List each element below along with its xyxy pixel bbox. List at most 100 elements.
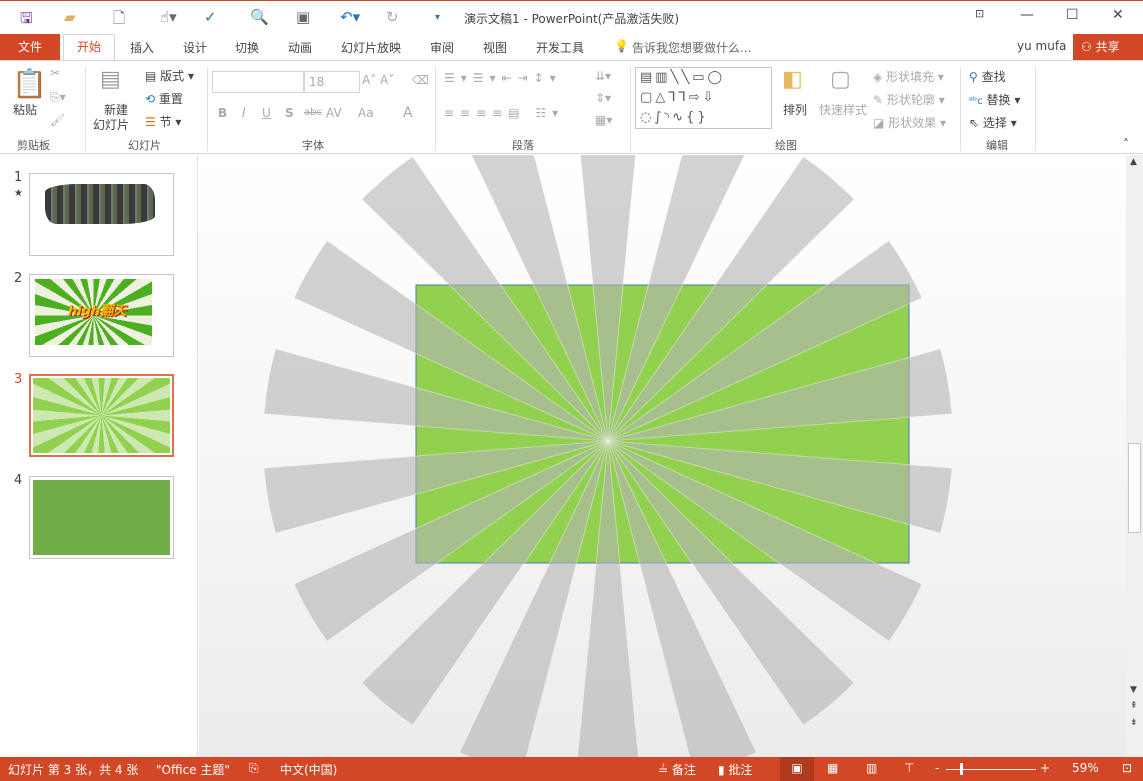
tell-me-input[interactable]: 告诉我您想要做什么...: [632, 39, 751, 56]
shape-effects-button[interactable]: ◪ 形状效果 ▾: [873, 114, 946, 131]
tab-design[interactable]: 设计: [183, 39, 207, 56]
fit-to-window-icon[interactable]: ⊡: [1122, 761, 1132, 775]
redo-icon[interactable]: ↻: [386, 8, 399, 26]
quick-styles-icon[interactable]: ▢: [830, 67, 851, 92]
clear-format-icon[interactable]: ⌫: [412, 73, 429, 87]
slide-thumbnails-pane: 1 ★ 2 high翻天 3 4: [0, 155, 198, 757]
tab-slideshow[interactable]: 幻灯片放映: [341, 39, 401, 56]
comments-button[interactable]: ▮ 批注: [718, 761, 752, 778]
slide-editor[interactable]: [199, 155, 1126, 757]
save-icon[interactable]: 🖫: [20, 8, 33, 33]
tab-home[interactable]: 开始: [63, 34, 115, 61]
text-direction-icon[interactable]: ⇊▾: [595, 69, 611, 83]
scroll-down-icon[interactable]: ▼: [1130, 685, 1137, 695]
shadow-button[interactable]: S: [285, 106, 294, 120]
font-name-input[interactable]: [212, 71, 304, 93]
next-slide-icon[interactable]: ⇟: [1130, 718, 1138, 728]
layout-button[interactable]: ▤ 版式 ▾: [145, 67, 194, 84]
customize-qa-icon[interactable]: ▾: [435, 12, 440, 23]
maximize-button[interactable]: ☐: [1066, 7, 1079, 23]
grow-font-icon[interactable]: A˄ A˅: [362, 73, 394, 87]
paste-icon[interactable]: 📋: [12, 67, 47, 100]
tab-view[interactable]: 视图: [483, 39, 507, 56]
tab-animations[interactable]: 动画: [288, 39, 312, 56]
smartart-icon[interactable]: ▦▾: [595, 113, 612, 127]
reset-button[interactable]: ⟲ 重置: [145, 90, 183, 107]
present-icon[interactable]: ▣: [296, 8, 310, 26]
paste-button[interactable]: 粘贴: [13, 101, 37, 118]
change-case-button[interactable]: Aa: [358, 106, 374, 120]
section-button[interactable]: ☰ 节 ▾: [145, 113, 181, 130]
new-slide-label[interactable]: 幻灯片: [93, 116, 129, 133]
shape-outline-button[interactable]: ✎ 形状轮廓 ▾: [873, 91, 945, 108]
list-icons[interactable]: ☰▾☰▾⇤⇥↕▾: [444, 71, 562, 85]
arrange-icon[interactable]: ◧: [782, 67, 803, 92]
share-label: 共享: [1095, 40, 1120, 54]
share-button[interactable]: ⚇ 共享: [1073, 34, 1143, 60]
minimize-button[interactable]: —: [1020, 7, 1034, 23]
open-icon[interactable]: ▰: [64, 8, 76, 26]
close-button[interactable]: ✕: [1112, 7, 1124, 23]
arrange-button[interactable]: 排列: [783, 101, 807, 118]
slide-thumbnail-2[interactable]: high翻天: [29, 274, 174, 357]
animation-star-icon: ★: [14, 188, 23, 199]
bold-button[interactable]: B: [218, 106, 227, 120]
preview-icon[interactable]: 🔍: [250, 8, 269, 26]
scroll-up-icon[interactable]: ▲: [1130, 157, 1137, 167]
zoom-out-button[interactable]: -: [935, 761, 939, 775]
copy-icon[interactable]: ⎘▾: [50, 90, 66, 105]
collapse-ribbon-icon[interactable]: ˄: [1123, 137, 1129, 151]
notes-button[interactable]: ≟ 备注: [658, 761, 696, 778]
italic-button[interactable]: I: [242, 106, 246, 120]
ribbon-tabs: 文件 开始 插入 设计 切换 动画 幻灯片放映 审阅 视图 开发工具 💡 告诉我…: [0, 34, 1143, 61]
underline-button[interactable]: U: [262, 106, 271, 120]
ribbon-display-icon[interactable]: ⊡: [975, 7, 984, 20]
slideshow-button[interactable]: ⊤: [904, 761, 914, 775]
select-button[interactable]: ⇖ 选择 ▾: [969, 114, 1017, 131]
new-icon[interactable]: 🗋: [113, 8, 125, 33]
slide-number: 2: [14, 271, 23, 286]
slide-thumbnail-1[interactable]: [29, 173, 174, 256]
tab-developer[interactable]: 开发工具: [536, 39, 584, 56]
cut-icon[interactable]: ✂: [50, 66, 60, 80]
vertical-scrollbar[interactable]: ▲ ▼ ⇞ ⇟: [1126, 155, 1143, 757]
strikethrough-button[interactable]: abc: [304, 107, 322, 118]
previous-slide-icon[interactable]: ⇞: [1130, 701, 1138, 711]
zoom-slider-thumb[interactable]: [960, 763, 963, 775]
language[interactable]: 中文(中国): [280, 761, 337, 778]
group-label-editing: 编辑: [986, 139, 1008, 152]
reading-view-button[interactable]: ▥: [866, 761, 877, 775]
shape-outline-label: 形状轮廓: [886, 93, 935, 107]
align-icons[interactable]: ≡≡≡≡▤ ☷▾: [444, 106, 564, 120]
font-color-button[interactable]: A: [403, 105, 413, 121]
zoom-in-button[interactable]: +: [1040, 761, 1050, 775]
zoom-level[interactable]: 59%: [1072, 761, 1099, 775]
align-text-icon[interactable]: ⇕▾: [595, 91, 611, 105]
user-name[interactable]: yu mufa: [1017, 39, 1066, 53]
char-spacing-button[interactable]: AV: [326, 106, 342, 120]
spelling-icon[interactable]: ✓: [204, 8, 217, 26]
spellcheck-icon[interactable]: ⎘: [249, 761, 259, 776]
font-size-input[interactable]: 18: [304, 71, 360, 93]
quick-styles-button[interactable]: 快速样式: [819, 101, 867, 118]
shape-fill-button[interactable]: ◈ 形状填充 ▾: [873, 68, 944, 85]
undo-icon[interactable]: ↶▾: [340, 8, 360, 26]
slide-canvas: [263, 155, 953, 757]
shapes-gallery[interactable]: ▤▥╲╲▭◯ ▢△⅂⅂⇨⇩ ◌∫◝∿{}: [635, 67, 772, 129]
tab-transitions[interactable]: 切换: [235, 39, 259, 56]
new-slide-icon[interactable]: ▤: [100, 67, 121, 92]
touch-mode-icon[interactable]: ☝▾: [160, 8, 177, 26]
tab-insert[interactable]: 插入: [130, 39, 154, 56]
tab-review[interactable]: 审阅: [430, 39, 454, 56]
tab-file[interactable]: 文件: [0, 34, 60, 60]
group-label-slides: 幻灯片: [128, 139, 161, 152]
normal-view-button[interactable]: ▣: [780, 757, 814, 781]
slide-sorter-button[interactable]: ▦: [827, 761, 838, 775]
slide-thumbnail-3[interactable]: [29, 374, 174, 457]
format-painter-icon[interactable]: 🖌: [50, 113, 65, 127]
find-button[interactable]: ⚲ 查找: [969, 68, 1006, 85]
reset-icon: ⟲: [145, 92, 156, 106]
slide-thumbnail-4[interactable]: [29, 476, 174, 559]
replace-button[interactable]: ᵃᵇc 替换 ▾: [969, 91, 1020, 108]
scroll-thumb[interactable]: [1128, 443, 1141, 533]
